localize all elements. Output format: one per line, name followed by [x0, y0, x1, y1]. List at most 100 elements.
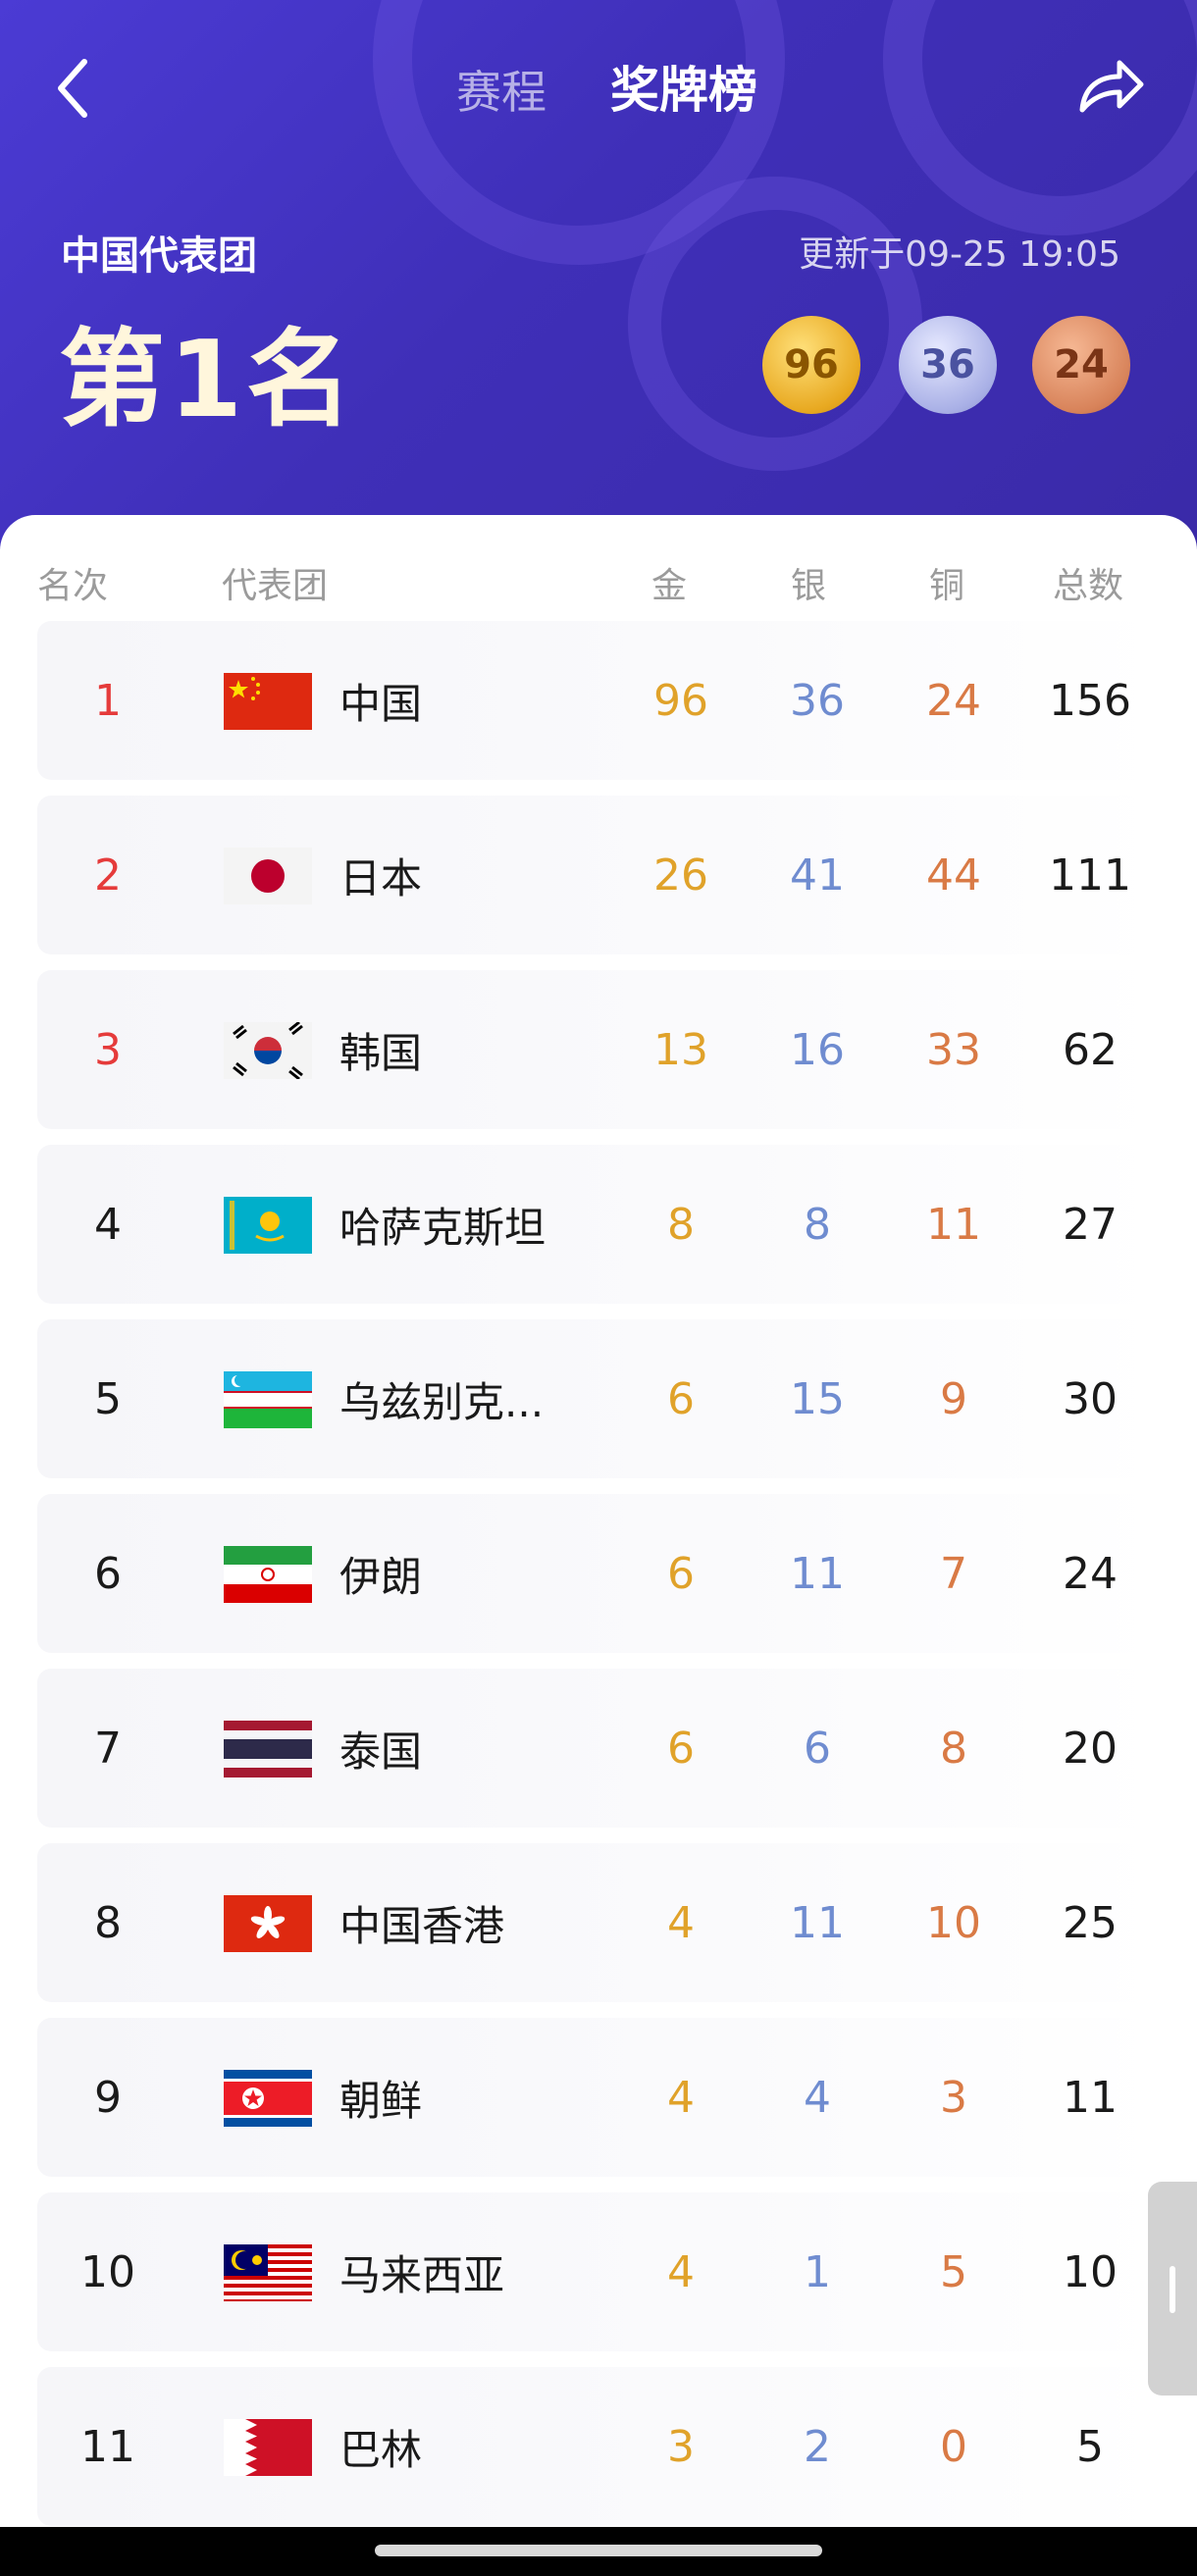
row-bronze: 11 — [926, 1199, 981, 1250]
row-silver: 36 — [790, 675, 845, 726]
korea-flag-icon — [224, 1022, 312, 1079]
row-total: 111 — [1049, 850, 1131, 901]
row-team-name: 中国香港 — [339, 1901, 505, 1950]
row-total: 5 — [1076, 2421, 1104, 2472]
header-decoration — [883, 0, 1197, 235]
hongkong-flag-icon — [224, 1895, 312, 1952]
table-row[interactable]: 10 马来西亚 4 1 5 10 — [37, 2192, 1160, 2351]
row-gold: 4 — [667, 2246, 695, 2297]
row-total: 10 — [1063, 2246, 1118, 2297]
japan-flag-icon — [224, 848, 312, 904]
row-silver: 4 — [804, 2072, 831, 2123]
row-rank: 8 — [94, 1897, 122, 1948]
row-rank: 6 — [94, 1548, 122, 1599]
table-row[interactable]: 8 中国香港 4 11 10 25 — [37, 1843, 1160, 2002]
row-gold: 26 — [653, 850, 708, 901]
row-silver: 8 — [804, 1199, 831, 1250]
bronze-medal-count: 24 — [1032, 316, 1130, 414]
chevron-left-icon — [58, 59, 87, 118]
table-row[interactable]: 7 泰国 6 6 8 20 — [37, 1669, 1160, 1828]
row-bronze: 33 — [926, 1024, 981, 1075]
row-total: 62 — [1063, 1024, 1118, 1075]
row-rank: 2 — [94, 850, 122, 901]
row-bronze: 3 — [940, 2072, 967, 2123]
header-decoration — [628, 177, 922, 471]
row-gold: 13 — [653, 1024, 708, 1075]
row-gold: 6 — [667, 1723, 695, 1774]
row-gold: 4 — [667, 1897, 695, 1948]
gold-medal-count: 96 — [762, 316, 860, 414]
team-rank: 第1名 — [59, 319, 357, 441]
table-row[interactable]: 1 中国 96 36 24 156 — [37, 621, 1160, 780]
row-team-name: 巴林 — [339, 2425, 423, 2474]
row-rank: 1 — [94, 675, 122, 726]
row-silver: 16 — [790, 1024, 845, 1075]
row-gold: 3 — [667, 2421, 695, 2472]
column-header-total: 总数 — [1053, 566, 1124, 606]
row-bronze: 24 — [926, 675, 981, 726]
row-team-name: 朝鲜 — [339, 2076, 423, 2125]
table-row[interactable]: 9 朝鲜 4 4 3 11 — [37, 2018, 1160, 2177]
row-total: 30 — [1063, 1373, 1118, 1424]
china-flag-icon — [224, 673, 312, 730]
row-silver: 1 — [804, 2246, 831, 2297]
table-row[interactable]: 6 伊朗 6 11 7 24 — [37, 1494, 1160, 1653]
row-rank: 5 — [94, 1373, 122, 1424]
row-gold: 8 — [667, 1199, 695, 1250]
table-row[interactable]: 11 巴林 3 2 0 5 — [37, 2367, 1160, 2526]
scrollbar-grip — [1170, 2266, 1175, 2313]
table-row[interactable]: 4 哈萨克斯坦 8 8 11 27 — [37, 1145, 1160, 1304]
row-team-name: 泰国 — [339, 1726, 423, 1776]
home-indicator[interactable] — [375, 2545, 822, 2556]
thailand-flag-icon — [224, 1721, 312, 1777]
row-rank: 4 — [94, 1199, 122, 1250]
row-bronze: 44 — [926, 850, 981, 901]
row-total: 25 — [1063, 1897, 1118, 1948]
dprk-flag-icon — [224, 2070, 312, 2127]
tab-schedule[interactable]: 赛程 — [456, 57, 546, 122]
table-row[interactable]: 3 韩国 13 16 33 62 — [37, 970, 1160, 1129]
row-silver: 11 — [790, 1897, 845, 1948]
row-silver: 15 — [790, 1373, 845, 1424]
row-silver: 6 — [804, 1723, 831, 1774]
row-team-name: 马来西亚 — [339, 2250, 505, 2299]
share-icon — [1079, 60, 1144, 113]
scrollbar-handle[interactable] — [1148, 2182, 1197, 2396]
table-row[interactable]: 2 日本 26 41 44 111 — [37, 796, 1160, 954]
silver-medal-count: 36 — [899, 316, 997, 414]
row-gold: 96 — [653, 675, 708, 726]
column-header-team: 代表团 — [222, 566, 329, 606]
row-silver: 11 — [790, 1548, 845, 1599]
row-rank: 7 — [94, 1723, 122, 1774]
column-header-bronze: 铜 — [929, 566, 965, 606]
row-bronze: 7 — [940, 1548, 967, 1599]
iran-flag-icon — [224, 1546, 312, 1603]
row-bronze: 9 — [940, 1373, 967, 1424]
row-gold: 4 — [667, 2072, 695, 2123]
team-name: 中国代表团 — [61, 233, 257, 279]
row-bronze: 0 — [940, 2421, 967, 2472]
share-button[interactable] — [1074, 49, 1148, 123]
row-silver: 2 — [804, 2421, 831, 2472]
back-button[interactable] — [49, 54, 98, 123]
row-silver: 41 — [790, 850, 845, 901]
row-gold: 6 — [667, 1373, 695, 1424]
row-gold: 6 — [667, 1548, 695, 1599]
table-row[interactable]: 5 乌兹别克... 6 15 9 30 — [37, 1319, 1160, 1478]
column-header-rank: 名次 — [37, 566, 109, 606]
row-rank: 9 — [94, 2072, 122, 2123]
row-team-name: 日本 — [339, 853, 423, 902]
tab-medal-table[interactable]: 奖牌榜 — [610, 51, 757, 122]
kazakhstan-flag-icon — [224, 1197, 312, 1254]
row-bronze: 10 — [926, 1897, 981, 1948]
row-rank: 11 — [80, 2421, 135, 2472]
row-rank: 10 — [80, 2246, 135, 2297]
row-team-name: 伊朗 — [339, 1552, 423, 1601]
uzbekistan-flag-icon — [224, 1371, 312, 1428]
row-bronze: 5 — [940, 2246, 967, 2297]
row-total: 24 — [1063, 1548, 1118, 1599]
header: 赛程 奖牌榜 中国代表团 更新于09-25 19:05 第1名 96 36 24 — [0, 0, 1197, 549]
row-total: 20 — [1063, 1723, 1118, 1774]
row-total: 11 — [1063, 2072, 1118, 2123]
row-team-name: 乌兹别克... — [339, 1377, 545, 1426]
